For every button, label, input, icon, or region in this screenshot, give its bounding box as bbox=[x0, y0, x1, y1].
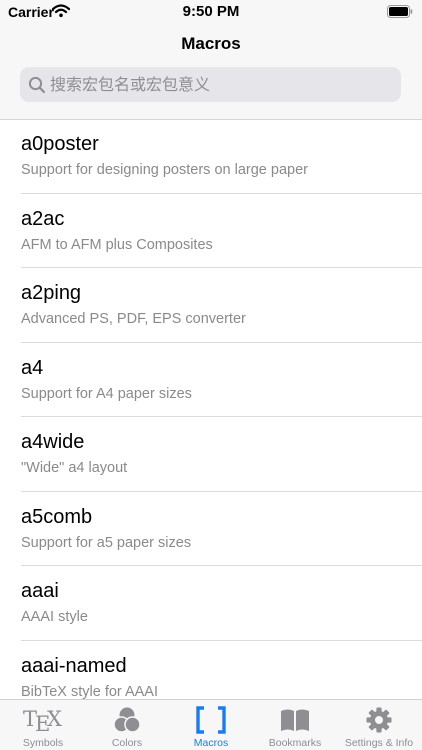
tab-bar: T E X Symbols Colors Macros Bookmarks Se… bbox=[0, 699, 422, 750]
macro-name: a4 bbox=[21, 356, 44, 379]
tab-settings-info[interactable]: Settings & Info bbox=[337, 700, 421, 750]
list-item[interactable]: aaai-named BibTeX style for AAAI bbox=[0, 641, 422, 700]
book-icon bbox=[253, 706, 337, 734]
brackets-icon bbox=[169, 706, 253, 734]
colors-icon bbox=[85, 706, 169, 734]
macro-name: a2ac bbox=[21, 207, 65, 230]
list-item[interactable]: a5comb Support for a5 paper sizes bbox=[0, 492, 422, 566]
macro-name: a2ping bbox=[21, 282, 82, 304]
macro-description: Support for a5 paper sizes bbox=[21, 534, 192, 551]
tab-label: Settings & Info bbox=[344, 737, 414, 749]
list-item[interactable]: aaai AAAI style bbox=[0, 566, 422, 641]
list-item[interactable]: a2ac AFM to AFM plus Composites bbox=[0, 194, 422, 268]
list-item[interactable]: a2ping Advanced PS, PDF, EPS converter bbox=[0, 268, 422, 343]
tab-label: Bookmarks bbox=[268, 737, 322, 749]
macro-description: AFM to AFM plus Composites bbox=[21, 236, 213, 253]
macro-description: AAAI style bbox=[21, 609, 88, 625]
search-input[interactable] bbox=[50, 67, 390, 102]
status-time: 9:50 PM bbox=[182, 3, 240, 20]
tab-bookmarks[interactable]: Bookmarks bbox=[253, 700, 337, 750]
macro-list: a0poster Support for designing posters o… bbox=[0, 119, 422, 699]
tab-label: Colors bbox=[111, 737, 143, 749]
tex-logo-icon: T E X bbox=[1, 706, 85, 734]
search-bar[interactable] bbox=[20, 67, 401, 102]
macro-description: BibTeX style for AAAI bbox=[21, 683, 159, 700]
macro-description: Support for A4 paper sizes bbox=[21, 385, 192, 402]
gear-icon bbox=[337, 706, 421, 734]
status-bar: Carrier 9:50 PM bbox=[0, 0, 422, 24]
macro-description: Advanced PS, PDF, EPS converter bbox=[21, 311, 246, 327]
tab-symbols[interactable]: T E X Symbols bbox=[1, 700, 85, 750]
search-icon bbox=[28, 76, 46, 99]
battery-icon bbox=[387, 5, 413, 23]
macro-description: "Wide" a4 layout bbox=[21, 460, 128, 476]
list-item[interactable]: a4wide "Wide" a4 layout bbox=[0, 417, 422, 492]
macro-name: a4wide bbox=[21, 431, 85, 453]
tab-label: Macros bbox=[193, 737, 229, 749]
tab-colors[interactable]: Colors bbox=[85, 700, 169, 750]
tab-label: Symbols bbox=[22, 737, 64, 749]
list-item[interactable]: a0poster Support for designing posters o… bbox=[0, 119, 422, 194]
macro-name: a5comb bbox=[21, 505, 93, 528]
macro-name: a0poster bbox=[21, 133, 99, 155]
top-bar: Carrier 9:50 PM Macros bbox=[0, 0, 422, 120]
tab-macros[interactable]: Macros bbox=[169, 700, 253, 750]
svg-text:X: X bbox=[47, 707, 62, 731]
macro-name: aaai-named bbox=[21, 654, 127, 677]
list-item[interactable]: a4 Support for A4 paper sizes bbox=[0, 343, 422, 417]
macro-description: Support for designing posters on large p… bbox=[21, 162, 308, 178]
page-title: Macros bbox=[181, 34, 241, 53]
macro-name: aaai bbox=[21, 580, 59, 602]
